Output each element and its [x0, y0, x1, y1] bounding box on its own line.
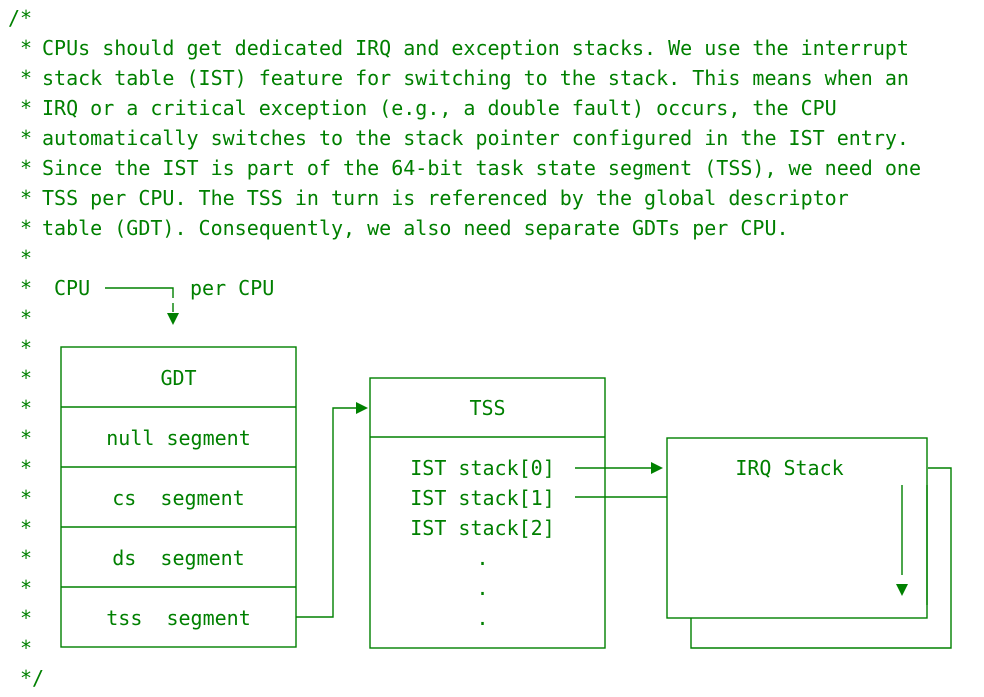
gdt-row: cs segment: [112, 486, 245, 510]
gdt-row: tss segment: [106, 606, 251, 630]
irq-growth-arrowhead: [896, 584, 908, 596]
tss-title: TSS: [469, 396, 506, 420]
tss-entry: .: [476, 606, 489, 630]
ist0-arrowhead: [651, 462, 663, 474]
cpu-down-arrowhead: [167, 313, 179, 325]
tss-arrowhead: [356, 402, 368, 414]
cpu-connector-line: [105, 287, 174, 298]
per-cpu-label: per CPU: [190, 276, 275, 300]
irq-stack-title: IRQ Stack: [735, 456, 844, 480]
gdt-row: ds segment: [112, 546, 245, 570]
tss-entry: IST stack[0]: [410, 456, 555, 480]
tss-entry: IST stack[1]: [410, 486, 555, 510]
gdt-to-tss-connector: [296, 407, 356, 618]
tss-entry: IST stack[2]: [410, 516, 555, 540]
cpu-label: CPU: [54, 276, 91, 300]
gdt-row: null segment: [106, 426, 251, 450]
tss-entry: .: [476, 546, 489, 570]
source-comment-block: /* * * * * * * * * * * * * * * * * * * *…: [8, 0, 978, 697]
gdt-title: GDT: [160, 366, 197, 390]
irq-stack-back-outline: [690, 467, 952, 649]
tss-entry: .: [476, 576, 489, 600]
